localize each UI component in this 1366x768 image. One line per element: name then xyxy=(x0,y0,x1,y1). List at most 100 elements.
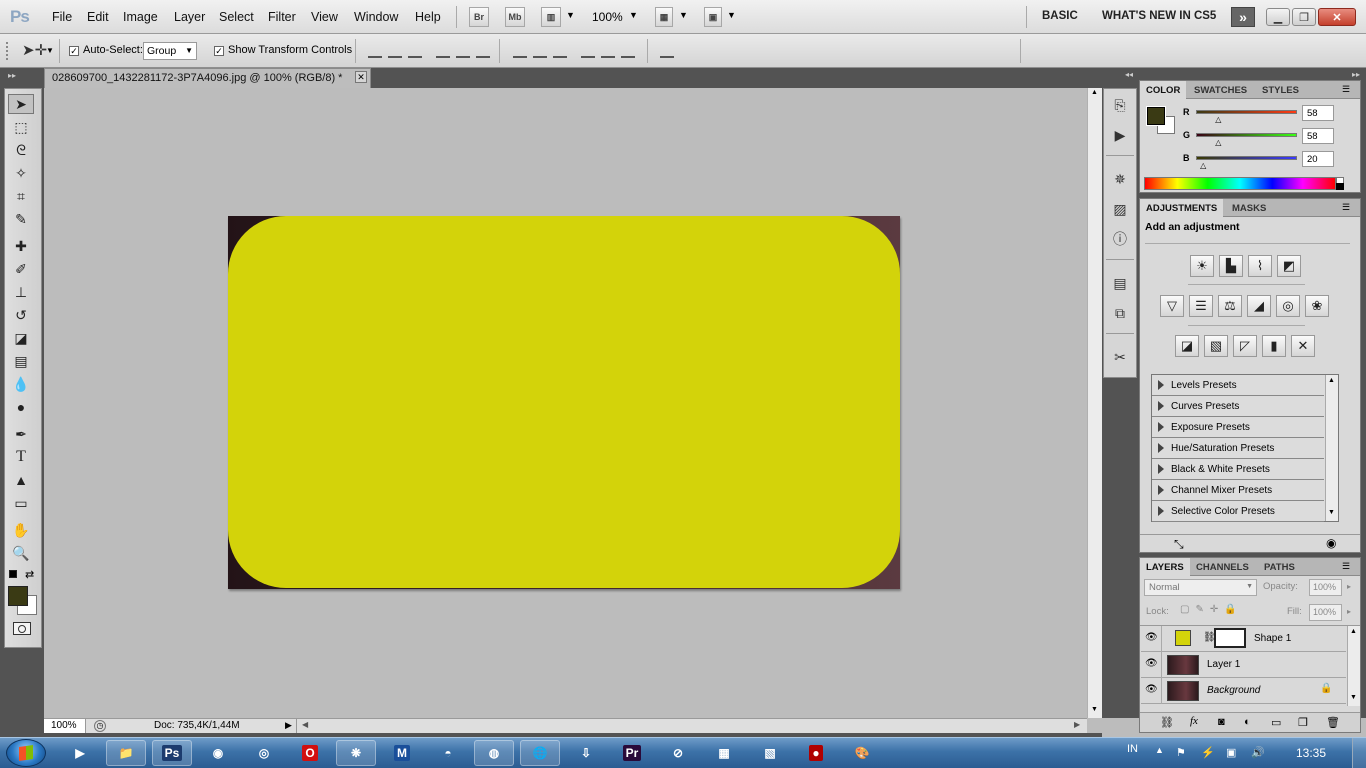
auto-select-dropdown[interactable]: Group ▼ xyxy=(143,42,197,60)
preset-hue-saturation[interactable]: Hue/Saturation Presets xyxy=(1152,438,1324,459)
taskbar-photoshop-icon[interactable]: Ps xyxy=(152,740,192,766)
opacity-arrow-icon[interactable]: ▸ xyxy=(1347,582,1351,591)
expanded-view-icon[interactable]: ⤡ xyxy=(1174,537,1184,552)
lock-icons[interactable]: ▢✎✛🔒 xyxy=(1180,604,1243,615)
language-indicator[interactable]: IN xyxy=(1127,743,1138,755)
taskbar-app-icon[interactable]: ❋ xyxy=(336,740,376,766)
tab-styles[interactable]: STYLES xyxy=(1256,81,1305,99)
history-panel-icon[interactable]: ⎘ xyxy=(1110,96,1130,114)
b-slider-handle[interactable]: △ xyxy=(1200,161,1206,170)
minimize-button[interactable]: ▁ xyxy=(1266,8,1290,26)
scroll-up-icon[interactable]: ▲ xyxy=(1350,628,1357,635)
menu-select[interactable]: Select xyxy=(219,10,254,24)
exposure-icon[interactable]: ◩ xyxy=(1277,255,1301,277)
tab-masks[interactable]: MASKS xyxy=(1226,199,1272,217)
taskbar-record-icon[interactable]: ● xyxy=(796,740,836,766)
layer-row-shape-1[interactable]: 👁 ⛓ Shape 1 xyxy=(1141,626,1346,652)
layer-style-icon[interactable]: fx xyxy=(1190,715,1198,727)
menu-window[interactable]: Window xyxy=(354,10,398,24)
menu-help[interactable]: Help xyxy=(415,10,441,24)
layer-name[interactable]: Shape 1 xyxy=(1254,633,1291,644)
clock[interactable]: 13:35 xyxy=(1296,746,1326,760)
close-tab-icon[interactable]: ✕ xyxy=(355,71,367,83)
eye-icon[interactable]: 👁 xyxy=(1145,633,1158,643)
tab-paths[interactable]: PATHS xyxy=(1258,558,1301,576)
gradient-map-icon[interactable]: ▮ xyxy=(1262,335,1286,357)
distribute-vcenter-icon[interactable] xyxy=(533,44,547,58)
workspace-whats-new[interactable]: WHAT'S NEW IN CS5 xyxy=(1102,10,1216,22)
vibrance-icon[interactable]: ▽ xyxy=(1160,295,1184,317)
opacity-input[interactable]: 100% xyxy=(1309,579,1342,596)
eye-icon[interactable]: 👁 xyxy=(1145,685,1158,695)
eraser-icon[interactable]: ◪ xyxy=(8,328,34,348)
g-slider[interactable] xyxy=(1196,133,1297,137)
auto-select-checkbox[interactable]: ✓ xyxy=(69,46,79,56)
menu-view[interactable]: View xyxy=(311,10,338,24)
chevron-down-icon[interactable]: ▼ xyxy=(727,10,736,20)
align-vcenter-icon[interactable] xyxy=(388,44,402,58)
taskbar-explorer-icon[interactable]: 📁 xyxy=(106,740,146,766)
blur-icon[interactable]: 💧 xyxy=(8,374,34,394)
taskbar-firefox-icon[interactable]: ◉ xyxy=(198,740,238,766)
shape-icon[interactable]: ▭ xyxy=(8,493,34,513)
taskbar-chrome-icon[interactable]: ◎ xyxy=(244,740,284,766)
distribute-bottom-icon[interactable] xyxy=(553,44,567,58)
b-value-input[interactable]: 20 xyxy=(1302,151,1334,167)
scroll-left-icon[interactable]: ◀ xyxy=(302,720,308,729)
character-panel-icon[interactable]: ▤ xyxy=(1110,274,1130,292)
foreground-color-swatch[interactable] xyxy=(1146,106,1166,126)
close-button[interactable]: ✕ xyxy=(1318,8,1356,26)
crop-icon[interactable]: ⌗ xyxy=(8,186,34,206)
preset-selective-color[interactable]: Selective Color Presets xyxy=(1152,501,1324,522)
layer-name[interactable]: Layer 1 xyxy=(1207,659,1240,670)
tab-color[interactable]: COLOR xyxy=(1140,81,1187,99)
marquee-icon[interactable]: ⬚ xyxy=(8,117,34,137)
r-slider[interactable] xyxy=(1196,110,1297,114)
vertical-scrollbar[interactable]: ▲ ▼ xyxy=(1087,88,1102,718)
scroll-down-icon[interactable]: ▼ xyxy=(1091,706,1098,713)
auto-align-layers-icon[interactable] xyxy=(660,44,674,58)
screen-mode-button[interactable]: ▣ xyxy=(704,7,722,27)
more-workspaces-button[interactable]: » xyxy=(1231,7,1255,27)
workspace-basic[interactable]: BASIC xyxy=(1042,10,1078,22)
g-slider-handle[interactable]: △ xyxy=(1215,138,1221,147)
mini-bridge-button[interactable]: Mb xyxy=(505,7,525,27)
align-bottom-icon[interactable] xyxy=(408,44,422,58)
document-tab[interactable]: 028609700_1432281172-3P7A4096.jpg @ 100%… xyxy=(44,68,371,88)
collapse-icon[interactable]: ◂◂ xyxy=(1125,70,1133,79)
scroll-right-icon[interactable]: ▶ xyxy=(1074,720,1080,729)
history-brush-icon[interactable]: ↺ xyxy=(8,305,34,325)
distribute-left-icon[interactable] xyxy=(581,44,595,58)
taskbar-app6-icon[interactable]: ▦ xyxy=(704,740,744,766)
start-button[interactable] xyxy=(6,739,46,767)
taskbar-mail-icon[interactable]: M xyxy=(382,740,422,766)
zoom-field[interactable]: 100% xyxy=(44,719,86,733)
chevron-down-icon[interactable]: ▼ xyxy=(566,10,575,20)
preset-curves[interactable]: Curves Presets xyxy=(1152,396,1324,417)
clone-source-panel-icon[interactable]: ⧉ xyxy=(1110,304,1130,322)
tab-layers[interactable]: LAYERS xyxy=(1140,558,1190,576)
taskbar-app3-icon[interactable]: ◍ xyxy=(474,740,514,766)
preset-exposure[interactable]: Exposure Presets xyxy=(1152,417,1324,438)
collapse-icon[interactable]: ▸▸ xyxy=(1352,70,1360,79)
tab-channels[interactable]: CHANNELS xyxy=(1190,558,1255,576)
vector-mask-thumbnail[interactable] xyxy=(1214,628,1246,648)
volume-icon[interactable]: 🔊 xyxy=(1251,746,1265,759)
adjustment-layer-icon[interactable]: ◐ xyxy=(1244,716,1251,728)
status-menu-icon[interactable]: ▶ xyxy=(285,720,292,731)
preset-levels[interactable]: Levels Presets xyxy=(1152,375,1324,396)
zoom-icon[interactable]: 🔍 xyxy=(8,543,34,563)
scroll-down-icon[interactable]: ▼ xyxy=(1350,694,1357,701)
taskbar-paint-icon[interactable]: 🎨 xyxy=(842,740,882,766)
layer-row-layer-1[interactable]: 👁 Layer 1 xyxy=(1141,652,1346,678)
preset-channel-mixer[interactable]: Channel Mixer Presets xyxy=(1152,480,1324,501)
restore-button[interactable]: ❐ xyxy=(1292,8,1316,26)
lasso-icon[interactable]: ᘓ xyxy=(8,140,34,160)
black-swatch[interactable] xyxy=(1336,183,1344,190)
scroll-up-icon[interactable]: ▲ xyxy=(1091,89,1098,96)
layers-scrollbar[interactable]: ▲ ▼ xyxy=(1347,626,1360,706)
chevron-down-icon[interactable]: ▼ xyxy=(679,10,688,20)
hand-icon[interactable]: ✋ xyxy=(8,520,34,540)
taskbar-opera-icon[interactable]: O xyxy=(290,740,330,766)
scroll-down-icon[interactable]: ▼ xyxy=(1328,509,1335,516)
